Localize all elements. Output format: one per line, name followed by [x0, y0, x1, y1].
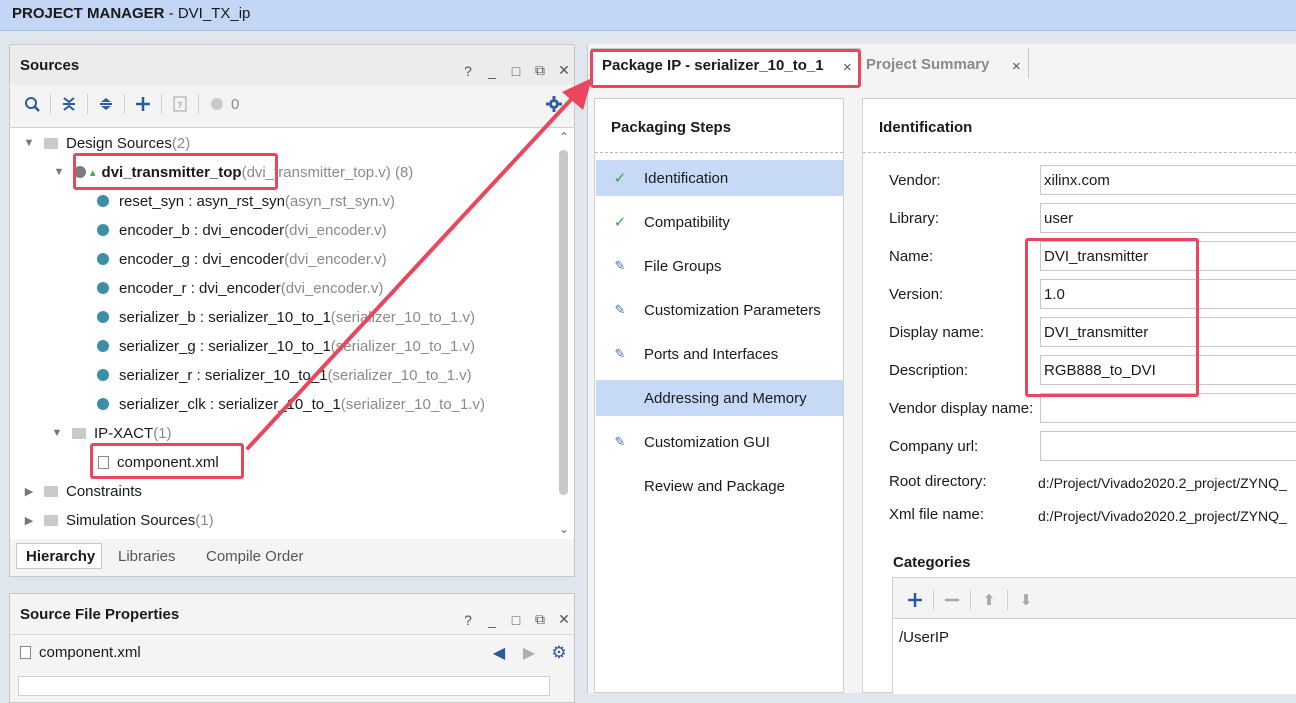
annotation-arrow — [246, 78, 592, 450]
